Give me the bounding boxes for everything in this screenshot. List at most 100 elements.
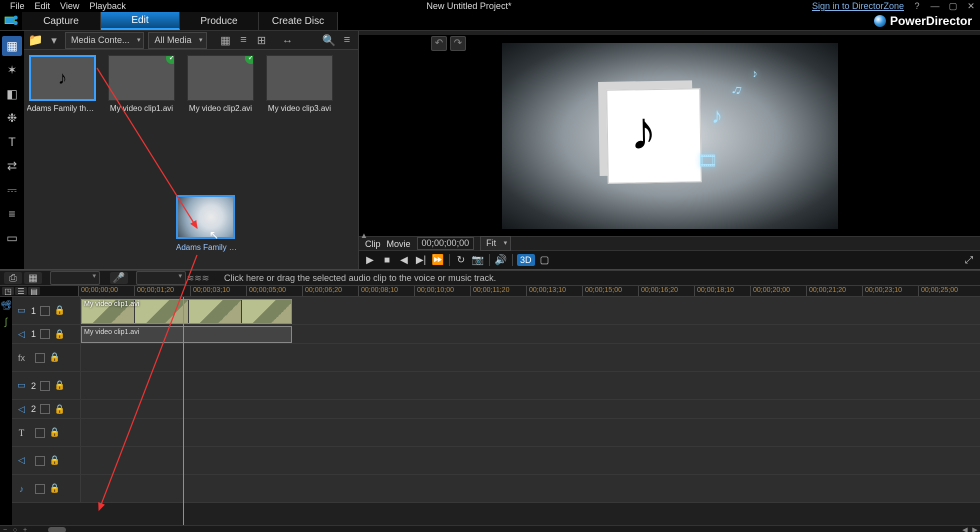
zoom-slider-icon[interactable]: ○ (10, 527, 20, 532)
track-lock-icon[interactable]: 🔒 (49, 483, 60, 494)
tl-tool-a[interactable]: ⎙ (4, 272, 22, 284)
tl-dropdown-a[interactable] (50, 271, 100, 285)
track-body[interactable] (81, 475, 980, 502)
media-item[interactable]: ♪Adams Family them... (30, 55, 95, 113)
movie-mode-button[interactable]: Movie (387, 239, 411, 249)
folder-icon[interactable]: 📁 (28, 33, 43, 47)
menu-view[interactable]: View (60, 1, 79, 11)
redo-icon[interactable]: ↷ (450, 36, 466, 51)
close-icon[interactable]: ✕ (966, 2, 976, 11)
tl-view-3[interactable]: ▤ (28, 287, 40, 295)
track-header[interactable]: ◁1🔒 (12, 325, 81, 343)
media-filter-dropdown[interactable]: All Media (148, 32, 206, 49)
track-lock-icon[interactable]: 🔒 (49, 427, 60, 438)
media-item[interactable]: My video clip3.avi (267, 55, 332, 113)
subtitle-room[interactable]: ▭ (2, 228, 22, 248)
track-lock-icon[interactable]: 🔒 (54, 305, 65, 316)
track-body[interactable]: My video clip1.avi (81, 325, 980, 343)
tl-dropdown-b[interactable] (136, 271, 186, 285)
menu-file[interactable]: File (10, 1, 25, 11)
clip-mode-button[interactable]: Clip (365, 239, 381, 249)
track-visible-toggle[interactable] (40, 329, 50, 339)
tab-edit[interactable]: Edit (101, 12, 180, 30)
main-menu[interactable]: File Edit View Playback (4, 1, 126, 11)
display-options-icon[interactable]: ▢ (538, 253, 552, 267)
transition-room[interactable]: ⇄ (2, 156, 22, 176)
track-header[interactable]: ◁🔒 (12, 447, 81, 474)
track-visible-toggle[interactable] (40, 306, 50, 316)
tl-view-2[interactable]: ☰ (15, 287, 27, 295)
track-header[interactable]: ▭1🔒 (12, 297, 81, 324)
track-body[interactable] (81, 419, 980, 446)
view-details-icon[interactable]: ≡ (237, 33, 251, 47)
tab-produce[interactable]: Produce (180, 12, 259, 30)
timeline-tracks[interactable]: ▭1🔒My video clip1.avi◁1🔒My video clip1.a… (12, 297, 980, 525)
snapshot-icon[interactable]: 📷 (471, 253, 485, 267)
search-icon[interactable]: 🔍 (322, 33, 336, 47)
undock-icon[interactable]: ⤢ (962, 253, 976, 267)
particle-room[interactable]: ❉ (2, 108, 22, 128)
tl-view-1[interactable]: ◳ (2, 287, 14, 295)
track-header[interactable]: ♪🔒 (12, 475, 81, 502)
track-visible-toggle[interactable] (35, 456, 45, 466)
zoom-out-icon[interactable]: − (0, 527, 10, 532)
play-icon[interactable]: ▶ (363, 253, 377, 267)
tab-capture[interactable]: Capture (22, 12, 101, 30)
playhead[interactable] (183, 297, 184, 525)
library-thumbnails[interactable]: ♪Adams Family them...✓My video clip1.avi… (24, 50, 358, 269)
media-item[interactable]: ✓My video clip1.avi (109, 55, 174, 113)
track-audio2[interactable]: ◁2🔒 (12, 400, 980, 419)
track-fx[interactable]: fx🔒 (12, 344, 980, 372)
track-voice[interactable]: ◁🔒 (12, 447, 980, 475)
track-body[interactable] (81, 400, 980, 418)
audio-clip[interactable]: My video clip1.avi (81, 326, 292, 343)
signin-link[interactable]: Sign in to DirectorZone (812, 1, 904, 11)
timeline-ruler[interactable]: 00;00;00;0000;00;01;2000;00;03;1000;00;0… (78, 286, 980, 296)
view-large-icon[interactable]: ▦ (219, 33, 233, 47)
track-video2[interactable]: ▭2🔒 (12, 372, 980, 400)
timecode-display[interactable]: 00;00;00;00 (417, 237, 475, 250)
media-folder-dropdown[interactable]: Media Conte... (65, 32, 145, 49)
fx-room[interactable]: ✶ (2, 60, 22, 80)
tl-mic-icon[interactable]: 🎤 (110, 272, 128, 284)
track-lock-icon[interactable]: 🔒 (49, 352, 60, 363)
track-header[interactable]: ◁2🔒 (12, 400, 81, 418)
3d-toggle[interactable]: 3D (517, 254, 535, 266)
minimize-icon[interactable]: — (930, 2, 940, 11)
reveal-icon[interactable]: ↔ (281, 33, 295, 47)
track-lock-icon[interactable]: 🔒 (49, 455, 60, 466)
track-title[interactable]: T🔒 (12, 419, 980, 447)
track-lock-icon[interactable]: 🔒 (54, 404, 65, 415)
track-body[interactable] (81, 372, 980, 399)
undo-icon[interactable]: ↶ (431, 36, 447, 51)
track-body[interactable]: My video clip1.avi (81, 297, 980, 324)
audio-room[interactable]: ⎓ (2, 180, 22, 200)
title-room[interactable]: T (2, 132, 22, 152)
track-lock-icon[interactable]: 🔒 (54, 329, 65, 340)
track-audio[interactable]: ◁1🔒My video clip1.avi (12, 325, 980, 344)
track-body[interactable] (81, 447, 980, 474)
timeline-scrollbar[interactable]: − ○ + ◀ ▶ (0, 525, 980, 532)
zoom-fit-dropdown[interactable]: Fit (480, 236, 511, 251)
video-clip[interactable]: My video clip1.avi (81, 299, 292, 324)
track-video[interactable]: ▭1🔒My video clip1.avi (12, 297, 980, 325)
chapter-room[interactable]: ≡ (2, 204, 22, 224)
scroll-left-icon[interactable]: ◀ (960, 526, 970, 532)
menu-playback[interactable]: Playback (89, 1, 126, 11)
media-room[interactable]: ▦ (2, 36, 22, 56)
fast-forward-icon[interactable]: ⏩ (431, 253, 445, 267)
zoom-in-icon[interactable]: + (20, 527, 30, 532)
pip-room[interactable]: ◧ (2, 84, 22, 104)
prev-frame-icon[interactable]: ◀ (397, 253, 411, 267)
track-body[interactable] (81, 344, 980, 371)
tab-create-disc[interactable]: Create Disc (259, 12, 338, 30)
track-header[interactable]: fx🔒 (12, 344, 81, 371)
stop-icon[interactable]: ■ (380, 253, 394, 267)
track-visible-toggle[interactable] (35, 428, 45, 438)
library-menu-icon[interactable]: ≡ (340, 33, 354, 47)
next-frame-icon[interactable]: ▶| (414, 253, 428, 267)
media-item[interactable]: ✓My video clip2.avi (188, 55, 253, 113)
tl-snake-icon[interactable]: ∫ (5, 317, 8, 328)
preview-viewport[interactable]: ↶ ↷ ♪ ♪ ♫ ♪ 🎞 ▲ (359, 35, 980, 236)
track-visible-toggle[interactable] (35, 484, 45, 494)
